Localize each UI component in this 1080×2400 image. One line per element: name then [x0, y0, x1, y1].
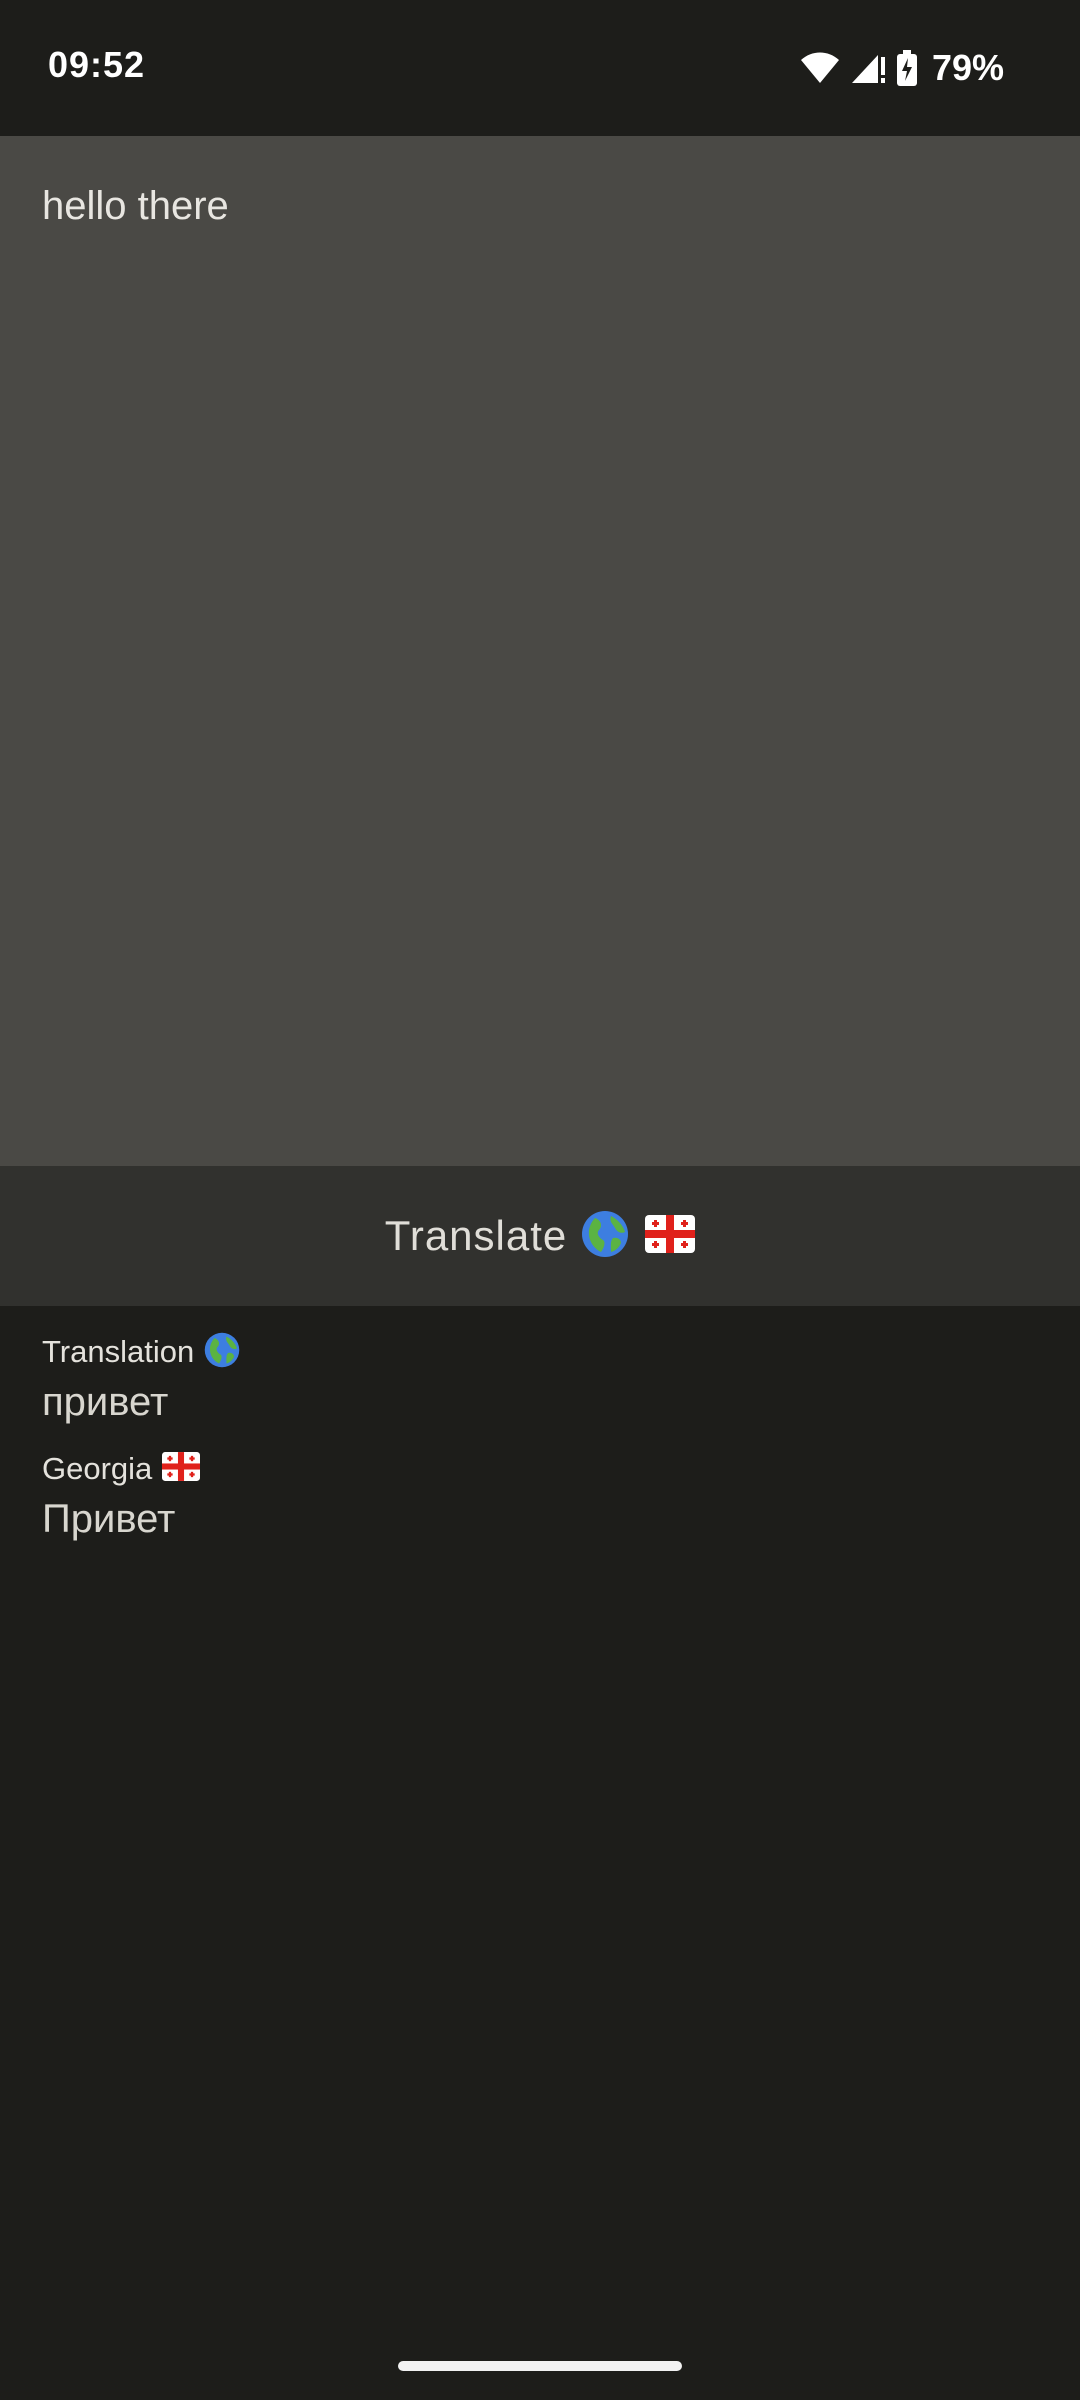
cell-signal-icon	[850, 51, 886, 85]
georgia-flag-icon	[162, 1452, 201, 1486]
translate-button[interactable]: Translate	[0, 1166, 1080, 1306]
result-label: Translation	[42, 1334, 195, 1369]
source-text-input[interactable]: hello there	[42, 184, 1032, 229]
app-screen: 09:52 79% hello there Translate Translat…	[0, 0, 1080, 2400]
translate-button-label: Translate	[384, 1212, 568, 1259]
gesture-nav-handle[interactable]	[398, 2361, 682, 2371]
result-translation: Translation привет	[42, 1330, 1032, 1425]
status-icons: 79%	[800, 44, 1004, 92]
result-label: Georgia	[42, 1451, 153, 1486]
globe-icon	[204, 1332, 240, 1373]
result-value: Привет	[42, 1497, 176, 1541]
battery-charging-icon	[896, 50, 918, 86]
status-time: 09:52	[48, 44, 146, 85]
translate-button-icons	[581, 1210, 696, 1263]
result-georgia: Georgia Привет	[42, 1447, 1032, 1542]
result-value: привет	[42, 1380, 169, 1424]
battery-percent: 79%	[931, 47, 1004, 88]
translation-results: Translation привет Georgia Привет	[42, 1330, 1032, 1564]
globe-icon	[581, 1210, 629, 1263]
text-input-area[interactable]: hello there	[0, 136, 1080, 1166]
status-bar: 09:52 79%	[0, 0, 1080, 136]
georgia-flag-icon	[645, 1214, 696, 1258]
wifi-icon	[800, 51, 840, 85]
